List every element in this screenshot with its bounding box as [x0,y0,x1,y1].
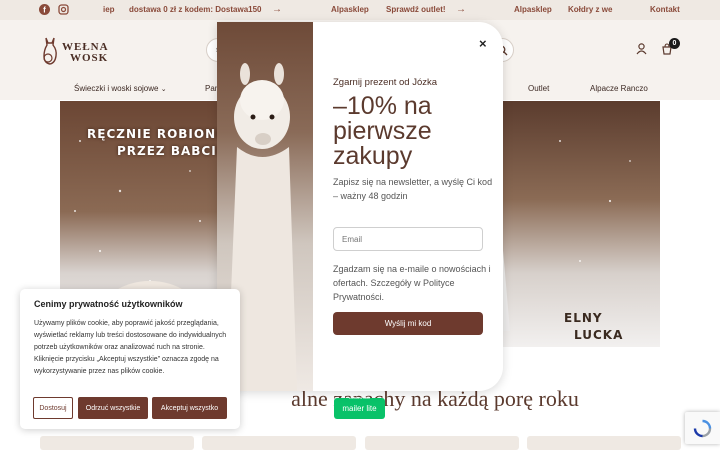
alpaca-logo-icon [43,37,57,65]
mailerlite-badge[interactable]: created with mailer lite [334,395,385,419]
hero-right-line1: ELNY [564,311,603,325]
hero-left-line1: RĘCZNIE ROBIONE [87,127,226,141]
cart-count-badge: 0 [669,38,680,49]
nav-item-outlet[interactable]: Outlet [528,84,549,93]
reject-all-button[interactable]: Odrzuć wszystkie [78,397,148,419]
newsletter-modal: × Zgarnij prezent od Józka –10% na pierw… [217,22,503,391]
product-card[interactable] [365,436,519,450]
recaptcha-icon [693,419,712,438]
promo-text: dostawa 0 zł z kodem: Dostawa150 [129,5,262,14]
arrow-right-icon: → [456,4,466,15]
alpasklep-link[interactable]: Alpasklep [514,0,552,20]
close-icon[interactable]: × [479,36,487,51]
accept-all-button[interactable]: Akceptuj wszystko [152,397,227,419]
promo-fragment: iep [103,5,115,14]
cookie-title: Cenimy prywatność użytkowników [34,299,183,309]
cookie-banner: Cenimy prywatność użytkowników Używamy p… [20,289,240,429]
instagram-icon[interactable] [57,3,70,16]
hero-right-line2: LUCKA [574,328,624,342]
recaptcha-badge[interactable] [685,412,720,444]
koldry-link[interactable]: Kołdry z we [568,0,612,20]
modal-eyebrow: Zgarnij prezent od Józka [333,77,438,88]
submit-button[interactable]: Wyślij mi kod [333,312,483,335]
product-card[interactable] [527,436,681,450]
cookie-text: Używamy plików cookie, aby poprawić jako… [34,320,227,375]
outlet-link[interactable]: Sprawdź outlet! [386,0,446,20]
nav-item-alpacze-ranczo[interactable]: Alpacze Ranczo [590,84,648,93]
alpasklep-link[interactable]: Alpasklep [331,0,369,20]
email-field[interactable] [333,227,483,251]
facebook-icon[interactable]: f [38,3,51,16]
product-card[interactable] [202,436,356,450]
top-bar: f iep dostawa 0 zł z kodem: Dostawa150 →… [0,0,720,20]
product-card[interactable] [40,436,194,450]
nav-item-swieczki[interactable]: Świeczki i woski sojowe ⌄ [74,84,167,93]
svg-text:f: f [43,6,46,15]
modal-description: Zapisz się na newsletter, a wyślę Ci kod… [333,177,493,201]
mailer-line1: created with [348,395,371,400]
nav-item-label: Świeczki i woski sojowe [74,84,159,93]
modal-title: –10% na pierwsze zakupy [333,92,432,170]
mailer-line2: mailer lite [342,404,377,413]
consent-text: Zgadzam się na e-maile o nowościach i of… [333,264,491,302]
arrow-right-icon: → [272,4,282,15]
logo-line2: WOSK [70,52,109,64]
user-icon[interactable] [636,43,647,55]
logo[interactable]: WEŁNA WOSK [40,32,120,72]
kontakt-link[interactable]: Kontakt [650,0,680,20]
chevron-down-icon: ⌄ [160,86,167,93]
customize-button[interactable]: Dostosuj [33,397,73,419]
hero-left-line2: PRZEZ BABCIĘ [117,144,226,158]
